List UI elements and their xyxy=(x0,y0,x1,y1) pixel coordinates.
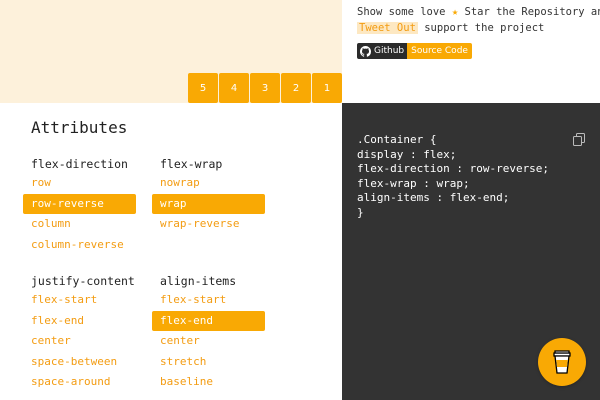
option-flex-end[interactable]: flex-end xyxy=(152,310,265,331)
flex-item-2: 2 xyxy=(281,73,311,103)
code-line: flex-wrap : wrap; xyxy=(357,176,470,190)
option-flex-end[interactable]: flex-end xyxy=(23,311,136,331)
github-badge[interactable]: Github Source Code xyxy=(357,43,600,59)
code-line: } xyxy=(357,205,364,219)
flex-preview: 1 2 3 4 5 xyxy=(0,0,342,103)
group-flex-wrap: flex-wrap nowrap wrap wrap-reverse xyxy=(152,155,273,234)
option-row-reverse[interactable]: row-reverse xyxy=(23,193,136,214)
code-line: align-items : flex-end; xyxy=(357,191,510,204)
flex-item-1: 1 xyxy=(312,73,342,103)
copy-icon[interactable] xyxy=(573,133,585,146)
group-title: align-items xyxy=(160,274,237,288)
attributes-panel: Attributes flex-direction row row-revers… xyxy=(0,103,342,400)
option-stretch[interactable]: stretch xyxy=(152,352,265,372)
option-space-around[interactable]: space-around xyxy=(23,372,136,392)
flex-item-4: 4 xyxy=(219,73,249,103)
group-title: flex-direction xyxy=(31,157,128,171)
source-code-link[interactable]: Source Code xyxy=(407,43,472,59)
css-code-block: .Container { display : flex; flex-direct… xyxy=(357,133,549,220)
option-column-reverse[interactable]: column-reverse xyxy=(23,235,136,255)
code-line: .Container { xyxy=(357,133,437,146)
info-panel: Show some love ★ Star the Repository and… xyxy=(342,0,600,103)
support-text: support the project xyxy=(424,22,545,34)
attributes-title: Attributes xyxy=(31,118,128,137)
group-title: flex-wrap xyxy=(160,157,223,171)
tweet-out-link[interactable]: Tweet Out xyxy=(357,22,418,34)
coffee-cup-icon xyxy=(553,350,571,374)
option-row[interactable]: row xyxy=(23,173,136,193)
group-title: justify-content xyxy=(31,274,135,288)
github-icon xyxy=(360,45,371,57)
option-wrap[interactable]: wrap xyxy=(152,193,265,214)
group-justify-content: justify-content flex-start flex-end cent… xyxy=(31,272,144,392)
option-column[interactable]: column xyxy=(23,214,136,234)
option-flex-start[interactable]: flex-start xyxy=(152,290,265,310)
buy-me-a-coffee-button[interactable] xyxy=(538,338,586,386)
option-center[interactable]: center xyxy=(152,331,265,351)
github-badge-label[interactable]: Github xyxy=(357,43,408,59)
option-center[interactable]: center xyxy=(23,331,136,351)
code-line: display : flex; xyxy=(357,147,457,161)
option-flex-start[interactable]: flex-start xyxy=(23,290,136,310)
info-line-1: Show some love ★ Star the Repository and xyxy=(357,4,600,20)
love-text: Show some love xyxy=(357,6,446,18)
option-space-between[interactable]: space-between xyxy=(23,352,136,372)
option-baseline[interactable]: baseline xyxy=(152,372,265,392)
star-icon: ★ xyxy=(451,6,459,18)
github-label: Github xyxy=(374,46,405,56)
option-nowrap[interactable]: nowrap xyxy=(152,173,265,193)
star-repo-text: Star the Repository and xyxy=(464,6,600,18)
flex-item-5: 5 xyxy=(188,73,218,103)
info-line-2: Tweet Out support the project xyxy=(357,20,600,36)
option-wrap-reverse[interactable]: wrap-reverse xyxy=(152,214,265,234)
flex-item-3: 3 xyxy=(250,73,280,103)
flex-container: 1 2 3 4 5 xyxy=(188,73,342,103)
group-align-items: align-items flex-start flex-end center s… xyxy=(152,272,273,392)
code-line: flex-direction : row-reverse; xyxy=(357,162,550,175)
source-code-label: Source Code xyxy=(411,46,468,56)
group-flex-direction: flex-direction row row-reverse column co… xyxy=(23,155,144,255)
